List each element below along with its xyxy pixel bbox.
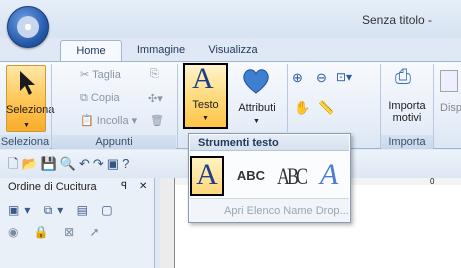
app-logo-icon	[17, 16, 39, 38]
tab-immagine[interactable]: Immagine	[128, 40, 194, 62]
measure-icon[interactable]: 📏	[318, 100, 334, 116]
open-name-drop-list[interactable]: Apri Elenco Name Drop...	[190, 198, 349, 222]
incolla-button[interactable]: 📋 Incolla ▾	[80, 114, 137, 127]
chevron-down-icon: ▼	[23, 122, 30, 129]
pin-icon[interactable]: ꟼ	[121, 181, 127, 192]
disp-label[interactable]: Disp	[440, 102, 461, 114]
text-tools-dropdown: Strumenti testo A ABC ABC A Apri Elenco …	[188, 133, 351, 223]
panel-toolbar-icons[interactable]: ▣▾ ⧉▾ ▤ ▢	[8, 203, 118, 218]
zoom-in-icon[interactable]: ⊕	[292, 70, 303, 86]
close-icon[interactable]: ✕	[139, 181, 147, 192]
import-icon: ⎙	[395, 66, 411, 88]
chevron-down-icon: ▼	[202, 115, 209, 122]
divider	[287, 64, 288, 132]
tab-visualizza[interactable]: Visualizza	[202, 40, 264, 62]
panel-toolbar-icons-2[interactable]: ◉ 🔒 ⊠ ➚	[8, 225, 106, 239]
copy-icon: ⧉	[80, 92, 88, 104]
motivi-label: motivi	[392, 112, 422, 124]
monogram-glyph: ABC	[276, 163, 308, 189]
paste-icon: 📋	[80, 115, 94, 127]
group-seleziona: Seleziona	[0, 135, 50, 149]
delete-icon[interactable]: 🗑	[150, 114, 164, 127]
chevron-down-icon: ▼	[253, 118, 260, 125]
group-importa: Importa	[381, 135, 433, 149]
tab-home[interactable]: Home	[60, 40, 122, 62]
copia-button[interactable]: ⧉ Copia	[80, 92, 120, 105]
scissors-icon: ✂	[80, 69, 90, 81]
attributi-label: Attributi	[238, 102, 276, 114]
text-tool-glyph: A	[196, 158, 218, 191]
importa-motivi-button[interactable]: ⎙ Importa motivi	[384, 64, 430, 132]
pan-hand-icon[interactable]: ✋	[294, 100, 310, 116]
dropdown-title: Strumenti testo	[190, 135, 349, 151]
copia-label: Copia	[90, 92, 120, 104]
zoom-fit-icon[interactable]: ⊡▾	[336, 70, 352, 84]
divider	[177, 64, 178, 148]
monogram-tool-button[interactable]: ABC	[273, 156, 309, 196]
taglia-label: Taglia	[92, 69, 121, 81]
text-a-icon: A	[192, 62, 214, 95]
taglia-button[interactable]: ✂ Taglia	[80, 68, 121, 81]
vertical-ruler	[160, 178, 175, 268]
display-icon[interactable]	[440, 70, 458, 92]
text-path-glyph: A	[319, 158, 339, 191]
arrow-cursor-icon	[20, 71, 35, 95]
incolla-label: Incolla	[96, 115, 129, 127]
group-appunti: Appunti	[52, 135, 176, 149]
text-tool-button[interactable]: A	[190, 156, 224, 196]
select-pattern-icon[interactable]: ✣▾	[148, 92, 163, 105]
zoom-out-icon[interactable]: ⊖	[316, 70, 327, 86]
importa-label: Importa	[388, 100, 426, 112]
testo-button[interactable]: A Testo ▼	[183, 62, 228, 129]
panel-title: Ordine di Cucitura	[8, 181, 97, 193]
small-text-glyph: ABC	[236, 168, 266, 183]
text-on-path-tool-button[interactable]: A	[311, 156, 347, 196]
quick-access-icons[interactable]: 🗋📂💾🔍↶↷▣?	[8, 155, 132, 177]
heart-icon	[243, 69, 269, 94]
testo-label: Testo	[192, 99, 219, 111]
small-text-tool-button[interactable]: ABC	[233, 156, 269, 196]
seleziona-label: Seleziona	[6, 104, 55, 116]
application-menu-button[interactable]	[7, 6, 49, 48]
window-title: Senza titolo -	[362, 13, 433, 27]
divider	[433, 64, 434, 148]
copy-format-icon[interactable]: ⎘	[150, 68, 159, 81]
seleziona-button[interactable]: Seleziona ▼	[6, 65, 55, 132]
attributi-button[interactable]: Attributi ▼	[232, 64, 282, 130]
